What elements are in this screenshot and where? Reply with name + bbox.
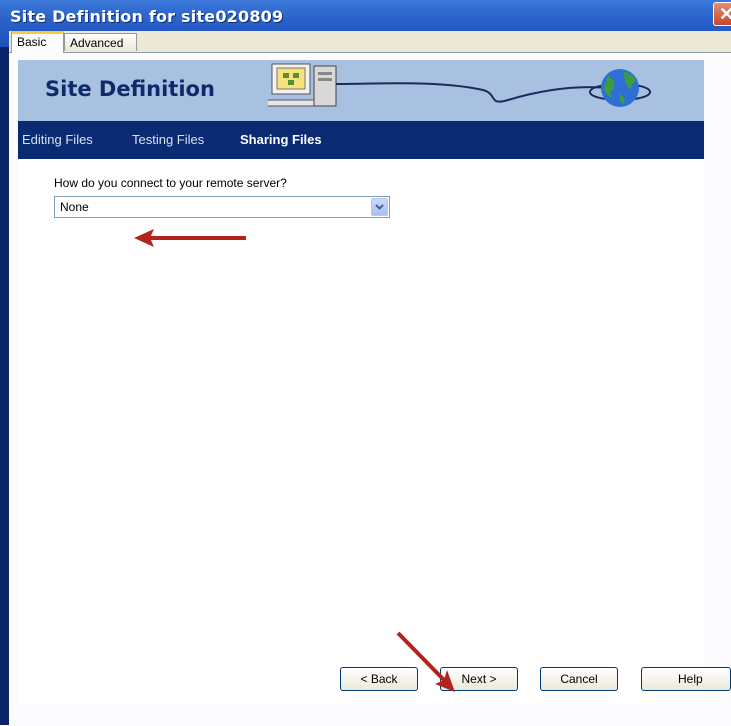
back-button[interactable]: < Back xyxy=(340,667,418,691)
chevron-down-icon xyxy=(375,204,384,210)
close-icon: ✕ xyxy=(719,4,731,24)
dropdown-button[interactable] xyxy=(371,198,388,216)
tab-basic[interactable]: Basic xyxy=(11,31,64,53)
connection-type-value: None xyxy=(60,200,89,214)
remote-server-question: How do you connect to your remote server… xyxy=(54,176,287,190)
wizard-banner: Site Definition xyxy=(18,60,704,121)
computer-icon xyxy=(268,63,337,107)
nav-sharing-files[interactable]: Sharing Files xyxy=(240,132,322,147)
next-button[interactable]: Next > xyxy=(440,667,518,691)
tab-advanced[interactable]: Advanced xyxy=(64,33,137,51)
site-definition-window: Site Definition for site020809 ✕ Basic A… xyxy=(0,0,731,726)
wizard-step-nav: Editing Files Testing Files Sharing File… xyxy=(18,121,704,159)
dialog-client: Basic Advanced Site Definition Editing F… xyxy=(9,31,731,726)
tab-strip: Basic Advanced xyxy=(9,31,731,53)
connection-type-select[interactable]: None xyxy=(54,196,390,218)
network-illustration xyxy=(268,63,651,107)
wizard-content xyxy=(18,159,704,704)
close-button[interactable]: ✕ xyxy=(713,2,731,26)
cancel-button[interactable]: Cancel xyxy=(540,667,618,691)
help-button[interactable]: Help xyxy=(641,667,731,691)
nav-editing-files[interactable]: Editing Files xyxy=(22,132,93,147)
banner-title: Site Definition xyxy=(45,77,215,101)
window-title: Site Definition for site020809 xyxy=(10,7,284,26)
nav-testing-files[interactable]: Testing Files xyxy=(132,132,204,147)
